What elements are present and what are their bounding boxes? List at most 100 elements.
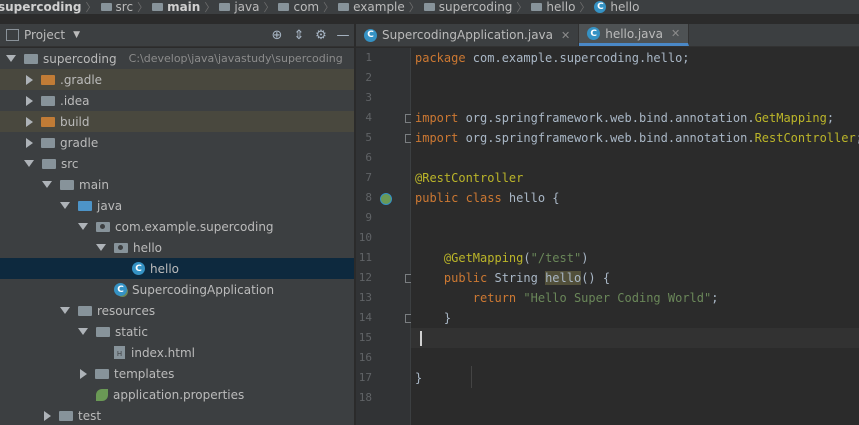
collapse-arrow-icon[interactable] [26, 137, 33, 148]
folder-icon [96, 326, 110, 337]
tree-item[interactable]: test [0, 405, 354, 425]
expand-arrow-icon[interactable] [60, 307, 70, 314]
folder-icon [41, 116, 55, 127]
close-icon[interactable]: ✕ [561, 29, 570, 42]
line-number: 9 [365, 211, 372, 224]
tree-item[interactable]: supercoding C:\develop\java\javastudy\sup… [0, 48, 354, 69]
line-number: 5 [365, 131, 372, 144]
project-view-selector[interactable]: Project ▼ [6, 28, 80, 42]
hide-icon[interactable]: — [332, 28, 354, 43]
line-number: 3 [365, 91, 372, 104]
breadcrumb-label: supercoding [0, 0, 82, 14]
code-token: String [494, 271, 546, 285]
breadcrumb-item[interactable]: example [338, 0, 405, 14]
tree-item-label: test [78, 408, 102, 423]
locate-icon[interactable]: ⊕ [266, 28, 288, 43]
folder-icon [41, 74, 55, 85]
folder-icon [152, 3, 164, 11]
folder-icon [423, 3, 435, 11]
editor-tab[interactable]: C SupercodingApplication.java ✕ [356, 24, 580, 46]
indent-guide [471, 366, 472, 388]
breadcrumb-item[interactable]: Chello [594, 0, 639, 14]
code-line [411, 328, 859, 348]
breadcrumb-item[interactable]: java [219, 0, 259, 14]
spring-leaf-icon [96, 388, 108, 401]
tree-item[interactable]: .gradle [0, 69, 354, 90]
code-token: ; [826, 111, 835, 125]
expand-arrow-icon[interactable] [60, 202, 70, 209]
tab-label: SupercodingApplication.java [382, 28, 554, 42]
tree-item[interactable]: resources [0, 300, 354, 321]
line-number: 12 [358, 271, 372, 284]
line-number: 8 [365, 191, 372, 204]
tree-item[interactable]: Chello [0, 258, 354, 279]
collapse-arrow-icon[interactable] [26, 74, 33, 85]
tree-item-label: .idea [60, 93, 90, 108]
collapse-arrow-icon[interactable] [26, 116, 33, 127]
line-number: 11 [358, 251, 372, 264]
project-panel-title: Project [24, 28, 66, 42]
breadcrumb-item[interactable]: src [100, 0, 134, 14]
code-editor[interactable]: package com.example.supercoding.hello; im… [411, 48, 859, 425]
folder-icon [24, 53, 38, 64]
line-number: 2 [365, 71, 372, 84]
expand-arrow-icon[interactable] [6, 55, 16, 62]
tree-item[interactable]: build [0, 111, 354, 132]
expand-arrow-icon[interactable] [78, 328, 88, 335]
code-token: com.example.supercoding.hello; [472, 51, 690, 65]
code-token: public class [415, 191, 509, 205]
line-number: 18 [358, 391, 372, 404]
tree-item[interactable]: com.example.supercoding [0, 216, 354, 237]
code-token: GetMapping [754, 111, 827, 125]
editor-tab[interactable]: Chello.java ✕ [579, 24, 690, 46]
line-number: 6 [365, 151, 372, 164]
tree-item[interactable]: C SupercodingApplication [0, 279, 354, 300]
tab-label: hello.java [605, 26, 663, 41]
collapse-arrow-icon[interactable] [26, 95, 33, 106]
package-icon [114, 242, 128, 253]
breadcrumb-item[interactable]: hello [531, 0, 575, 14]
tree-item[interactable]: Hindex.html [0, 342, 354, 363]
breadcrumb-item[interactable]: com [278, 0, 319, 14]
breadcrumb-item[interactable]: supercoding [423, 0, 512, 14]
code-token: import [415, 131, 466, 145]
tree-item[interactable]: java [0, 195, 354, 216]
code-line: } [411, 368, 859, 388]
code-line: import org.springframework.web.bind.anno… [411, 128, 859, 148]
chevron-down-icon: ▼ [73, 30, 80, 40]
tree-item[interactable]: gradle [0, 132, 354, 153]
tree-item[interactable]: hello [0, 237, 354, 258]
collapse-all-icon[interactable]: ⇕ [288, 28, 310, 43]
spring-bean-icon[interactable] [380, 193, 392, 205]
expand-arrow-icon[interactable] [78, 223, 88, 230]
collapse-arrow-icon[interactable] [80, 368, 87, 379]
code-token: @RestController [415, 171, 524, 185]
folder-icon [60, 179, 74, 190]
breadcrumb-item[interactable]: supercoding [0, 0, 82, 14]
close-icon[interactable]: ✕ [671, 27, 680, 40]
tree-item[interactable]: static [0, 321, 354, 342]
chevron-right-icon: 〉 [516, 1, 528, 14]
tree-item[interactable]: application.properties [0, 384, 354, 405]
resources-folder-icon [78, 305, 92, 316]
tree-item[interactable]: main [0, 174, 354, 195]
expand-arrow-icon[interactable] [42, 181, 52, 188]
code-line: return "Hello Super Coding World"; [411, 288, 859, 308]
tree-item[interactable]: .idea [0, 90, 354, 111]
collapse-arrow-icon[interactable] [44, 410, 51, 421]
folder-icon [338, 3, 350, 11]
tree-item[interactable]: templates [0, 363, 354, 384]
breadcrumb-item[interactable]: main [152, 0, 200, 14]
expand-arrow-icon[interactable] [24, 160, 34, 167]
gear-icon[interactable]: ⚙ [310, 28, 332, 43]
expand-arrow-icon[interactable] [96, 244, 106, 251]
text-caret [420, 331, 422, 346]
breadcrumb-label: java [234, 0, 260, 14]
tree-item[interactable]: src [0, 153, 354, 174]
breadcrumb-label: src [115, 0, 134, 14]
folder-icon [100, 3, 112, 11]
